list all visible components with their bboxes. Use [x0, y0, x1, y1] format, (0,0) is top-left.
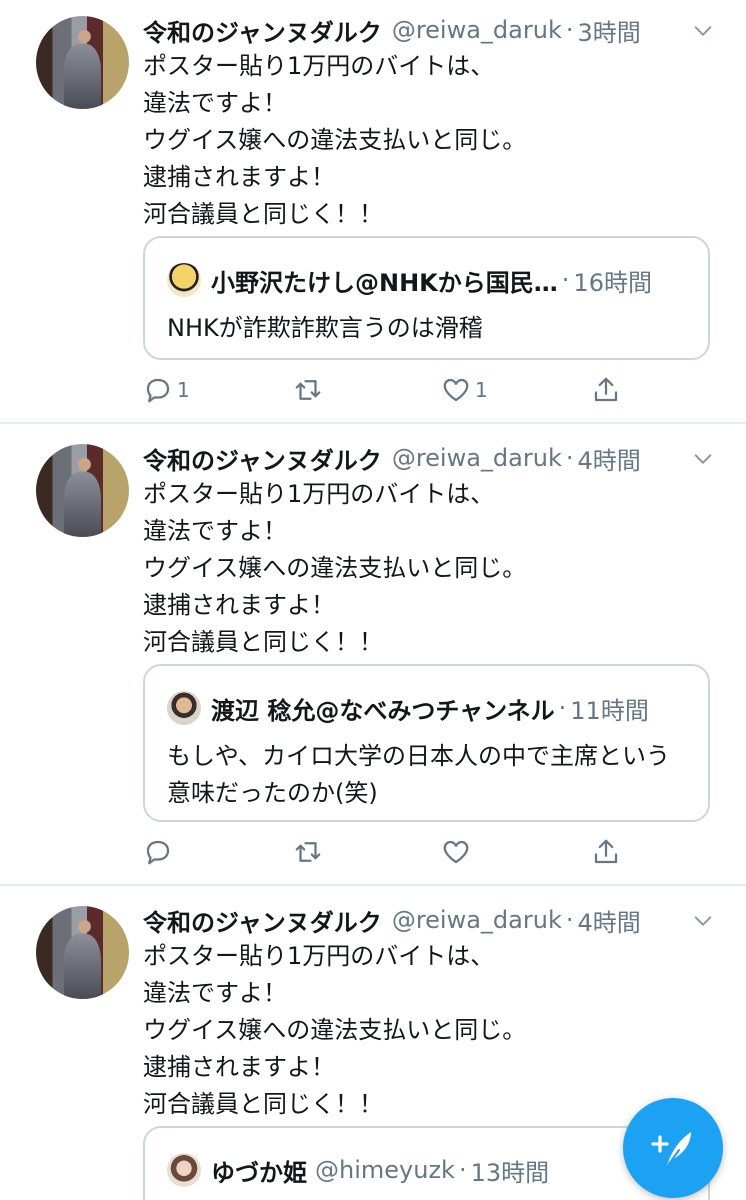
- tweet-time[interactable]: 3時間: [577, 13, 640, 48]
- author-handle[interactable]: @reiwa_daruk: [392, 16, 562, 44]
- avatar: [167, 263, 201, 297]
- author-handle[interactable]: @reiwa_daruk: [392, 906, 562, 934]
- author-name[interactable]: 令和のジャンヌダルク: [143, 903, 382, 938]
- tweet-header: 令和のジャンヌダルク @reiwa_daruk · 4時間: [143, 438, 641, 478]
- tweet-header: 令和のジャンヌダルク @reiwa_daruk · 4時間: [143, 900, 641, 940]
- chevron-down-icon[interactable]: [692, 448, 714, 470]
- like-button[interactable]: 1: [441, 370, 488, 410]
- retweet-icon: [295, 842, 321, 862]
- heart-icon: [443, 378, 469, 402]
- separator-dot: ·: [458, 1156, 467, 1184]
- author-name[interactable]: 令和のジャンヌダルク: [143, 13, 382, 48]
- avatar: [167, 1153, 201, 1187]
- quoted-tweet[interactable]: 渡辺 稔允@なべみつチャンネル · 11時間 もしや、カイロ大学の日本人の中で主…: [143, 664, 710, 822]
- quoted-author-name: 渡辺 稔允@なべみつチャンネル: [211, 696, 555, 725]
- avatar: [167, 691, 201, 725]
- share-icon: [594, 839, 618, 864]
- tweet-text: ポスター貼り1万円のバイトは、 違法ですよ！ ウグイス嬢への違法支払いと同じ。 …: [143, 480, 527, 656]
- share-button[interactable]: [591, 832, 621, 872]
- quoted-tweet[interactable]: 小野沢たけし@NHKから国民… · 16時間 NHKが詐欺詐欺言うのは滑稽: [143, 236, 710, 360]
- tweet-text: ポスター貼り1万円のバイトは、 違法ですよ！ ウグイス嬢への違法支払いと同じ。 …: [143, 52, 527, 228]
- like-button[interactable]: [441, 832, 475, 872]
- tweet-actions: 1 1: [143, 370, 623, 410]
- chevron-down-icon[interactable]: [692, 910, 714, 932]
- quoted-tweet-text: もしや、カイロ大学の日本人の中で主席という意味だったのか(笑): [167, 742, 671, 807]
- compose-tweet-button[interactable]: [623, 1098, 723, 1198]
- avatar[interactable]: [36, 906, 129, 999]
- reply-button[interactable]: 1: [143, 370, 190, 410]
- quoted-tweet-header: 渡辺 稔允@なべみつチャンネル · 11時間: [167, 688, 649, 728]
- tweet-time[interactable]: 4時間: [577, 441, 640, 476]
- quoted-tweet-time: 13時間: [470, 1158, 550, 1187]
- separator-dot: ·: [565, 16, 574, 44]
- separator-dot: ·: [561, 266, 570, 294]
- reply-count: 1: [177, 378, 190, 402]
- compose-tweet-icon: [651, 1132, 691, 1166]
- chevron-down-icon[interactable]: [692, 20, 714, 42]
- author-name[interactable]: 令和のジャンヌダルク: [143, 441, 382, 476]
- quoted-author-name: 小野沢たけし@NHKから国民…: [211, 268, 558, 297]
- quoted-author-handle: @himeyuzk: [315, 1156, 455, 1184]
- quoted-tweet-header: 小野沢たけし@NHKから国民… · 16時間: [167, 260, 652, 300]
- retweet-icon: [295, 380, 321, 400]
- retweet-button[interactable]: [293, 832, 323, 872]
- author-handle[interactable]: @reiwa_daruk: [392, 444, 562, 472]
- reply-icon: [146, 378, 170, 403]
- separator-dot: ·: [565, 444, 574, 472]
- reply-button[interactable]: [143, 832, 177, 872]
- tweet-divider: [0, 422, 746, 424]
- separator-dot: ·: [565, 906, 574, 934]
- like-count: 1: [475, 378, 488, 402]
- tweet-actions: [143, 832, 623, 872]
- heart-icon: [443, 840, 469, 864]
- quoted-author-name: ゆづか姫: [211, 1158, 307, 1187]
- quoted-tweet-time: 11時間: [570, 696, 649, 725]
- tweet-text: ポスター貼り1万円のバイトは、 違法ですよ！ ウグイス嬢への違法支払いと同じ。 …: [143, 942, 527, 1118]
- separator-dot: ·: [558, 694, 567, 722]
- quoted-tweet-header: ゆづか姫 @himeyuzk · 13時間: [167, 1150, 549, 1190]
- retweet-button[interactable]: [293, 370, 323, 410]
- reply-icon: [146, 840, 170, 865]
- tweet-header: 令和のジャンヌダルク @reiwa_daruk · 3時間: [143, 10, 641, 50]
- share-icon: [594, 377, 618, 402]
- tweet-time[interactable]: 4時間: [577, 903, 640, 938]
- share-button[interactable]: [591, 370, 621, 410]
- tweet-divider: [0, 884, 746, 886]
- avatar[interactable]: [36, 16, 129, 109]
- quoted-tweet-time: 16時間: [573, 268, 652, 297]
- quoted-tweet-text: NHKが詐欺詐欺言うのは滑稽: [167, 314, 483, 342]
- avatar[interactable]: [36, 444, 129, 537]
